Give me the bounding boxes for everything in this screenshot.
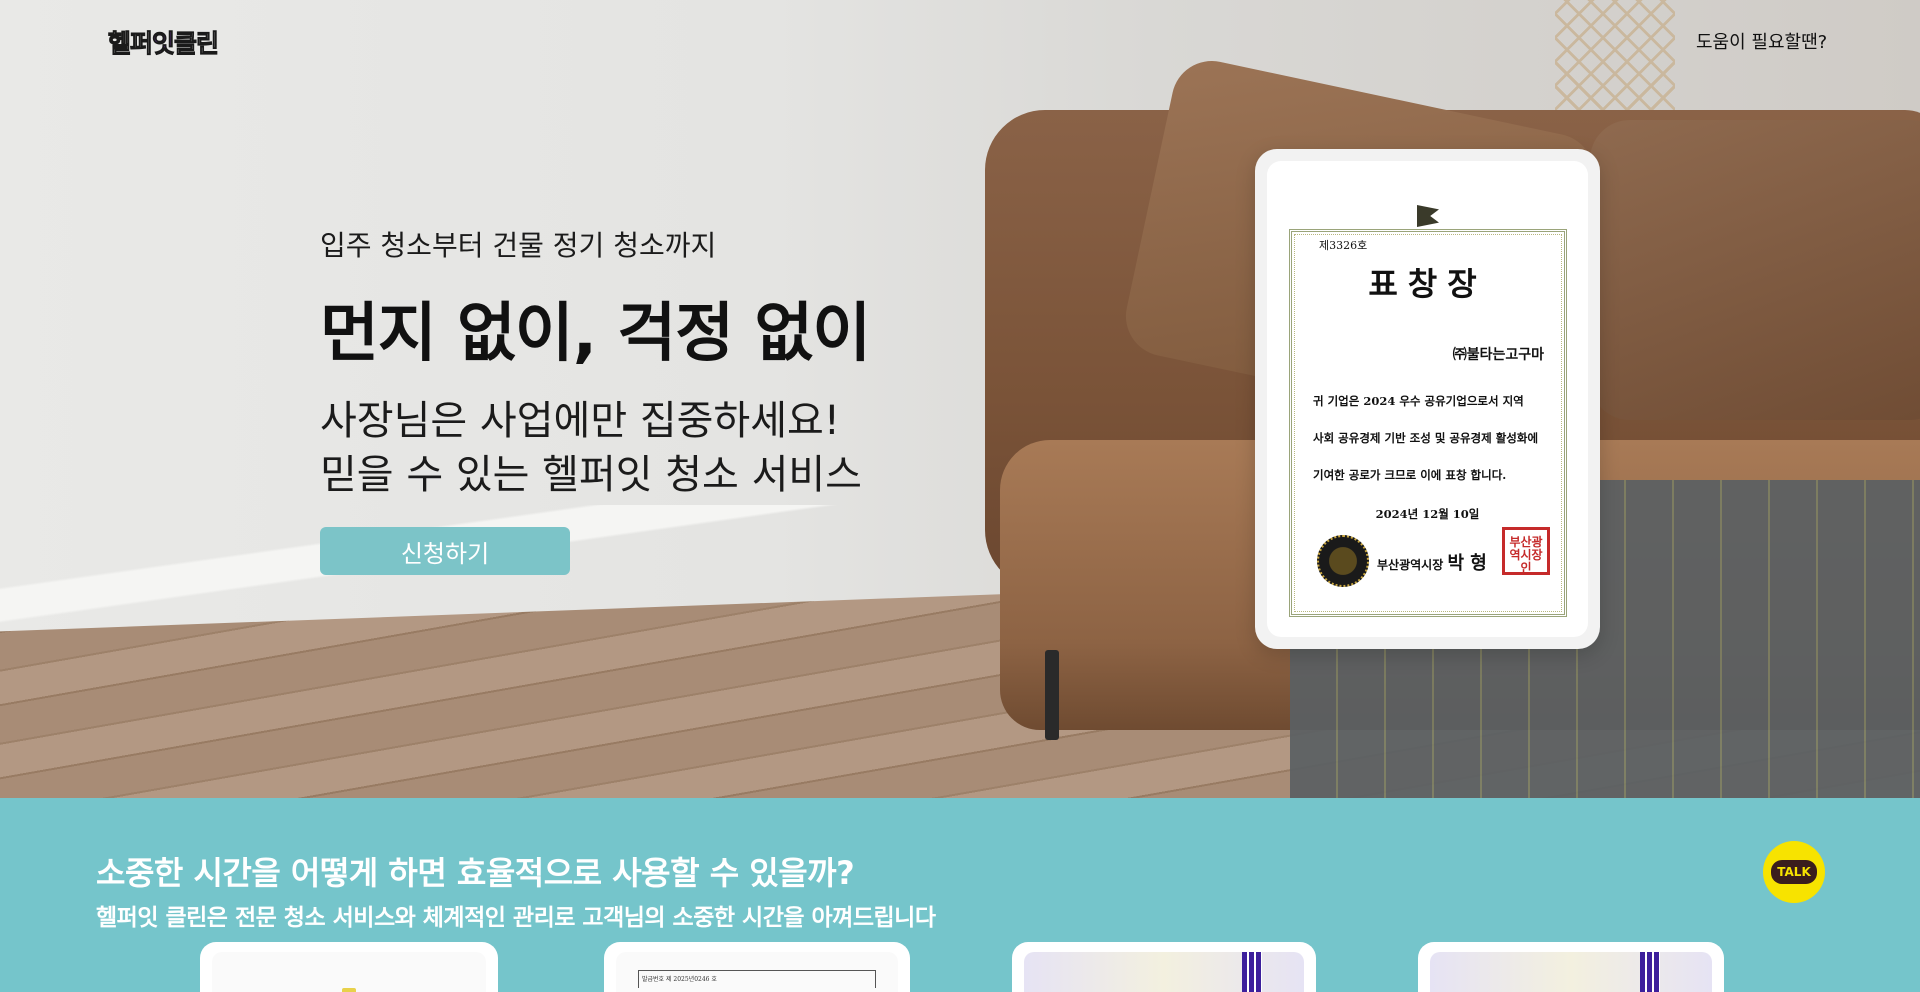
- feature-card-image: [212, 952, 486, 992]
- hero-eyebrow: 입주 청소부터 건물 정기 청소까지: [320, 229, 717, 262]
- hero-sub-line-1: 사장님은 사업에만 집중하세요!: [320, 398, 840, 444]
- logo-text-mid: 잇: [152, 29, 176, 59]
- hero-pillow-image-2: [1590, 120, 1920, 420]
- certificate-title: 표창장: [1368, 265, 1487, 303]
- feature-card-ribbon-icon: [1640, 952, 1660, 992]
- hero-subheadline: 사장님은 사업에만 집중하세요! 믿을 수 있는 헬퍼잇 청소 서비스: [320, 394, 940, 502]
- feature-card-image: 발급번호 제 2025년0246 호: [616, 952, 898, 992]
- logo-text-right: 클린: [174, 29, 220, 59]
- certificate-signer-name: 박 형: [1447, 553, 1487, 574]
- certificate-organization: ㈜불타는고구마: [1452, 347, 1544, 363]
- logo-text-left: 헬퍼: [107, 29, 153, 59]
- certificate-body-line: 귀 기업은 2024 우수 공유기업으로서 지역: [1313, 394, 1524, 408]
- certificate-body: 귀 기업은 2024 우수 공유기업으로서 지역 사회 공유경제 기반 조성 및…: [1313, 383, 1555, 494]
- hero-section: 헬퍼잇클린 도움이 필요할땐? 입주 청소부터 건물 정기 청소까지 먼지 없이…: [0, 0, 1920, 798]
- certificate-emblem-icon: [1417, 205, 1439, 227]
- feature-card[interactable]: 발급번호 제 2025년0246 호: [604, 942, 910, 992]
- feature-card-document-text: 발급번호 제 2025년0246 호: [638, 970, 876, 988]
- certificate: 제3326호 표창장 ㈜불타는고구마 귀 기업은 2024 우수 공유기업으로서…: [1267, 161, 1588, 637]
- feature-card-graphic-icon: [342, 988, 356, 992]
- features-title: 소중한 시간을 어떻게 하면 효율적으로 사용할 수 있을까?: [96, 854, 855, 892]
- certificate-red-seal: 부산광역시장인: [1502, 527, 1550, 575]
- certificate-card: 제3326호 표창장 ㈜불타는고구마 귀 기업은 2024 우수 공유기업으로서…: [1255, 149, 1600, 649]
- feature-card-image: [1430, 952, 1712, 992]
- hero-headline: 먼지 없이, 걱정 없이: [320, 297, 871, 371]
- features-subtitle: 헬퍼잇 클린은 전문 청소 서비스와 체계적인 관리로 고객님의 소중한 시간을…: [96, 905, 936, 931]
- certificate-body-line: 사회 공유경제 기반 조성 및 공유경제 활성화에: [1313, 431, 1539, 445]
- hero-sub-line-2: 믿을 수 있는 헬퍼잇 청소 서비스: [320, 452, 862, 498]
- hero-sofa-leg: [1045, 650, 1059, 740]
- certificate-signature: 부산광역시장 박 형: [1377, 549, 1487, 575]
- feature-card-ribbon-icon: [1242, 952, 1262, 992]
- certificate-gold-seal-icon: [1317, 535, 1369, 587]
- features-section: 소중한 시간을 어떻게 하면 효율적으로 사용할 수 있을까? 헬퍼잇 클린은 …: [0, 798, 1920, 992]
- feature-card[interactable]: [1418, 942, 1724, 992]
- help-link[interactable]: 도움이 필요할땐?: [1696, 28, 1827, 54]
- kakao-talk-button[interactable]: TALK: [1763, 841, 1825, 903]
- feature-card-image: [1024, 952, 1304, 992]
- hero-copy: 입주 청소부터 건물 정기 청소까지 먼지 없이, 걱정 없이 사장님은 사업에…: [320, 224, 940, 502]
- kakao-talk-icon: TALK: [1771, 860, 1817, 884]
- certificate-signer-title: 부산광역시장: [1377, 558, 1444, 572]
- feature-card[interactable]: [1012, 942, 1316, 992]
- certificate-date: 2024년 12월 10일: [1375, 507, 1480, 521]
- apply-button[interactable]: 신청하기: [320, 527, 570, 575]
- feature-card[interactable]: [200, 942, 498, 992]
- certificate-number: 제3326호: [1319, 239, 1368, 252]
- site-logo[interactable]: 헬퍼잇클린: [107, 24, 220, 60]
- certificate-body-line: 기여한 공로가 크므로 이에 표창 합니다.: [1313, 468, 1507, 482]
